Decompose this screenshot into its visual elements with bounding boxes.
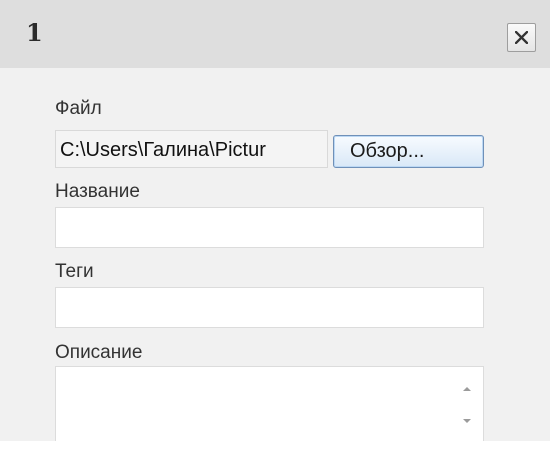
description-label: Описание <box>55 342 143 363</box>
triangle-down-icon[interactable] <box>459 414 475 428</box>
description-textarea[interactable] <box>55 366 484 441</box>
description-scrollbar[interactable] <box>452 368 482 441</box>
name-label: Название <box>55 181 140 202</box>
browse-button-label: Обзор... <box>350 140 425 162</box>
dialog-title: 1 <box>26 18 43 47</box>
triangle-up-icon[interactable] <box>459 382 475 396</box>
name-input[interactable] <box>55 207 484 248</box>
close-icon <box>515 31 528 44</box>
upload-dialog: 1 Файл C:\Users\Галина\Pictur Обзор... Н… <box>0 0 550 441</box>
tags-input[interactable] <box>55 287 484 328</box>
close-button[interactable] <box>507 23 536 52</box>
file-path-value: C:\Users\Галина\Pictur <box>60 139 266 161</box>
browse-button[interactable]: Обзор... <box>333 135 484 168</box>
tags-label: Теги <box>55 261 94 282</box>
dialog-titlebar: 1 <box>0 0 550 68</box>
file-label: Файл <box>55 98 102 119</box>
file-path-field[interactable]: C:\Users\Галина\Pictur <box>55 130 328 168</box>
